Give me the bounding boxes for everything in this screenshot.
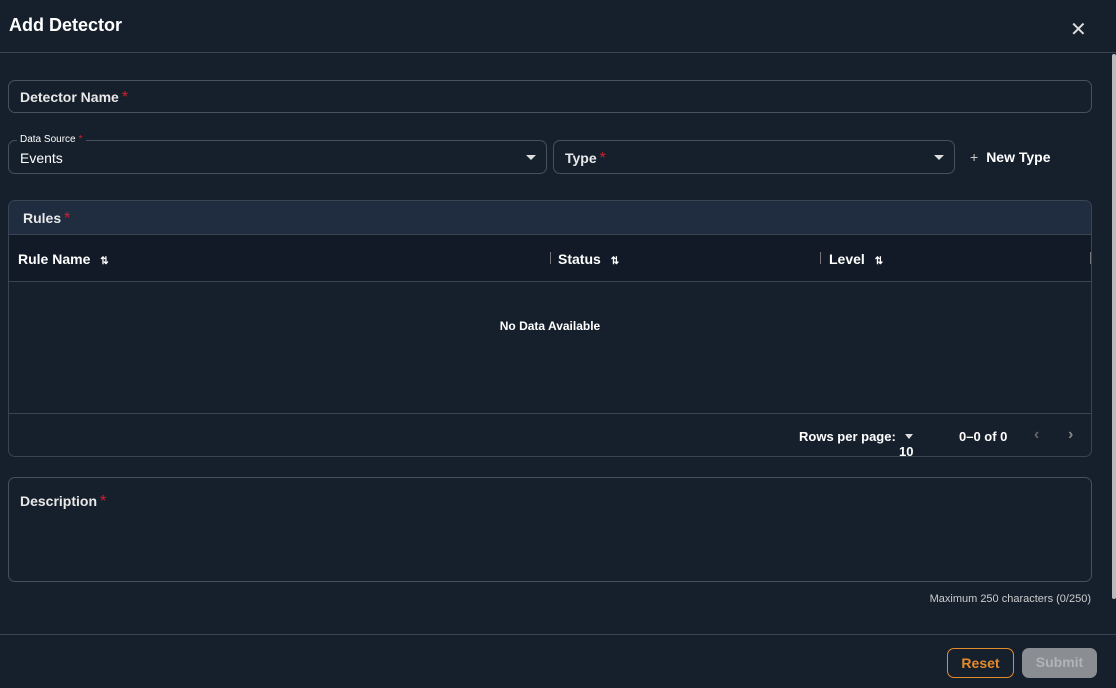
detector-name-field[interactable]: Detector Name * (8, 80, 1092, 113)
data-source-value: Events (20, 150, 63, 166)
description-label: Description (20, 493, 98, 509)
data-source-label: Data Source (20, 134, 76, 145)
rows-per-page-label: Rows per page: (799, 429, 896, 444)
empty-state: No Data Available (499, 319, 601, 333)
close-icon[interactable]: ✕ (1070, 17, 1087, 42)
required-mark: * (100, 493, 107, 510)
column-level[interactable]: Level ⇅ (829, 251, 883, 267)
new-type-button[interactable]: + New Type (970, 149, 1051, 165)
next-page-icon[interactable]: › (1068, 426, 1073, 444)
rows-per-page-value: 10 (899, 444, 914, 457)
column-status[interactable]: Status ⇅ (558, 251, 619, 267)
prev-page-icon[interactable]: ‹ (1034, 426, 1039, 444)
reset-button[interactable]: Reset (947, 648, 1014, 678)
chevron-down-icon (934, 155, 944, 160)
range-text: 0–0 of 0 (959, 429, 1008, 444)
dialog-title: Add Detector (9, 15, 123, 35)
required-mark: * (78, 134, 83, 145)
required-mark: * (64, 210, 71, 227)
chevron-down-icon (905, 434, 913, 439)
scrollbar[interactable] (1112, 54, 1116, 599)
column-label: Level (829, 251, 865, 267)
column-divider[interactable] (550, 252, 551, 264)
column-rule-name[interactable]: Rule Name ⇅ (18, 251, 109, 267)
dialog-header: Add Detector ✕ (0, 0, 1116, 53)
sort-icon[interactable]: ⇅ (875, 256, 883, 267)
description-field[interactable]: Description * (8, 477, 1092, 582)
column-label: Status (558, 251, 601, 267)
type-label: Type (565, 150, 597, 166)
column-label: Rule Name (18, 251, 91, 267)
sort-icon[interactable]: ⇅ (100, 256, 108, 267)
data-source-select[interactable]: Data Source * Events (8, 134, 547, 174)
table-header: Rule Name ⇅ Status ⇅ Level ⇅ (9, 235, 1091, 282)
rules-table: Rules * Rule Name ⇅ Status ⇅ Level ⇅ No D… (8, 200, 1092, 457)
column-divider[interactable] (820, 252, 821, 264)
plus-icon: + (970, 149, 979, 165)
footer-divider (0, 634, 1116, 635)
rows-per-page-select[interactable]: 10 (899, 429, 913, 456)
character-count: Maximum 250 characters (0/250) (929, 593, 1091, 605)
sort-icon[interactable]: ⇅ (611, 256, 619, 267)
rules-title: Rules (23, 210, 62, 226)
new-type-label: New Type (986, 149, 1051, 165)
column-divider[interactable] (1090, 252, 1091, 264)
submit-button[interactable]: Submit (1022, 648, 1097, 678)
pagination: Rows per page: 10 0–0 of 0 ‹ › (9, 413, 1091, 456)
type-select[interactable]: Type * (553, 140, 955, 174)
required-mark: * (121, 89, 129, 106)
chevron-down-icon (526, 155, 536, 160)
required-mark: * (599, 150, 606, 167)
detector-name-label: Detector Name (20, 89, 119, 105)
